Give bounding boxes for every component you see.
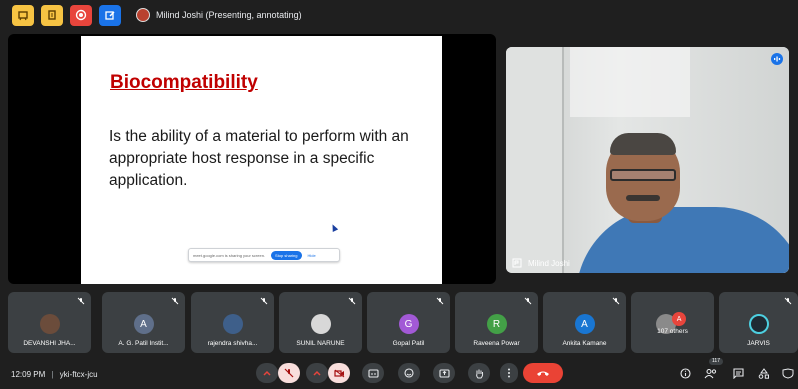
slide-title: Biocompatibility bbox=[110, 72, 258, 93]
separator: | bbox=[51, 370, 54, 379]
record-icon bbox=[75, 9, 87, 21]
audio-level-icon bbox=[771, 53, 783, 65]
mic-off-icon bbox=[260, 297, 268, 305]
camera-off-icon bbox=[333, 369, 344, 377]
speaker-glasses bbox=[610, 169, 676, 181]
others-tile[interactable]: A 107 others bbox=[631, 292, 714, 353]
participant-tile[interactable]: A Ankita Kamane bbox=[543, 292, 626, 353]
slide-body: Is the ability of a material to perform … bbox=[109, 128, 409, 189]
people-icon[interactable] bbox=[704, 368, 718, 379]
pointer-cursor-icon bbox=[329, 223, 339, 232]
speaker-video[interactable]: Milind Joshi bbox=[506, 47, 789, 273]
avatar: A bbox=[672, 312, 687, 326]
chevron-up-icon bbox=[263, 370, 271, 376]
participant-name: A. G. Patil Instit... bbox=[118, 340, 169, 347]
presenter-avatar bbox=[136, 8, 150, 22]
participant-tile[interactable]: R Raveena Powar bbox=[455, 292, 538, 353]
pin-icon bbox=[512, 258, 522, 268]
phone-hangup-icon bbox=[537, 371, 549, 376]
speaker-name-tag: Milind Joshi bbox=[512, 258, 570, 268]
presentation-slide: Biocompatibility Is the ability of a mat… bbox=[81, 36, 442, 284]
video-door bbox=[506, 47, 564, 273]
whiteboard-icon bbox=[18, 11, 28, 21]
edit-icon bbox=[105, 11, 115, 20]
chevron-up-icon bbox=[313, 370, 321, 376]
participant-name: 107 others bbox=[657, 328, 688, 335]
participant-strip: DEVANSHI JHA... A A. G. Patil Instit... … bbox=[8, 292, 798, 355]
mic-off-icon bbox=[784, 297, 792, 305]
present-screen-icon bbox=[438, 368, 450, 378]
leave-call-button[interactable] bbox=[523, 363, 563, 383]
info-icon[interactable] bbox=[680, 368, 691, 379]
screen-share-notice: meet.google.com is sharing your screen. … bbox=[188, 248, 340, 262]
hide-button[interactable]: Hide bbox=[308, 253, 316, 258]
bottom-bar: 12:09 PM | yki-ftcx-jcu 117 bbox=[0, 358, 798, 389]
emoji-button[interactable] bbox=[398, 363, 420, 383]
participant-tile[interactable]: DEVANSHI JHA... bbox=[8, 292, 91, 353]
mic-off-icon bbox=[77, 297, 85, 305]
more-options-button[interactable] bbox=[500, 363, 518, 383]
notes-icon bbox=[48, 10, 56, 20]
people-count-badge: 117 bbox=[709, 358, 723, 365]
mic-off-icon bbox=[524, 297, 532, 305]
avatar bbox=[39, 314, 60, 334]
avatar bbox=[222, 314, 243, 334]
chat-icon[interactable] bbox=[733, 368, 744, 379]
participant-name: rajendra shivha... bbox=[207, 340, 258, 347]
camera-options-button[interactable] bbox=[306, 363, 328, 383]
mic-off-icon bbox=[171, 297, 179, 305]
host-controls-icon[interactable] bbox=[782, 368, 794, 379]
speaker-name: Milind Joshi bbox=[528, 258, 570, 268]
record-button[interactable] bbox=[70, 4, 92, 26]
mic-off-icon bbox=[612, 297, 620, 305]
stop-sharing-button[interactable]: Stop sharing bbox=[271, 250, 302, 260]
participant-name: SUNIL NARUNE bbox=[296, 340, 345, 347]
avatar: G bbox=[398, 314, 419, 334]
mic-off-icon bbox=[348, 297, 356, 305]
notes-button[interactable] bbox=[41, 4, 63, 26]
activities-icon[interactable] bbox=[758, 368, 770, 379]
mic-off-icon bbox=[284, 368, 294, 378]
mic-off-icon bbox=[436, 297, 444, 305]
whiteboard-button[interactable] bbox=[12, 4, 34, 26]
participant-name: Gopal Patil bbox=[392, 340, 425, 347]
top-bar: Milind Joshi (Presenting, annotating) bbox=[0, 0, 798, 30]
participant-name: Ankita Kamane bbox=[562, 340, 607, 347]
video-light bbox=[570, 47, 690, 117]
more-vert-icon bbox=[508, 368, 510, 378]
speaker-mustache bbox=[626, 195, 660, 201]
share-notice-text: meet.google.com is sharing your screen. bbox=[193, 252, 266, 258]
avatar: R bbox=[486, 314, 507, 334]
mic-options-button[interactable] bbox=[256, 363, 278, 383]
captions-icon bbox=[367, 368, 379, 378]
participant-tile[interactable]: rajendra shivha... bbox=[191, 292, 274, 353]
edit-button[interactable] bbox=[99, 4, 121, 26]
avatar: A bbox=[133, 314, 154, 334]
participant-name: JARVIS bbox=[747, 340, 770, 347]
participant-tile[interactable]: JARVIS bbox=[719, 292, 798, 353]
avatar bbox=[310, 314, 331, 334]
meeting-info: 12:09 PM | yki-ftcx-jcu bbox=[11, 370, 98, 379]
emoji-icon bbox=[404, 368, 414, 378]
participant-tile[interactable]: SUNIL NARUNE bbox=[279, 292, 362, 353]
camera-toggle-button[interactable] bbox=[328, 363, 350, 383]
captions-button[interactable] bbox=[362, 363, 384, 383]
jarvis-logo-icon bbox=[748, 314, 769, 334]
speaker-hair bbox=[610, 133, 676, 155]
participant-name: DEVANSHI JHA... bbox=[23, 340, 76, 347]
shared-screen: Biocompatibility Is the ability of a mat… bbox=[8, 34, 496, 284]
clock: 12:09 PM bbox=[11, 370, 46, 379]
participant-tile[interactable]: G Gopal Patil bbox=[367, 292, 450, 353]
raise-hand-button[interactable] bbox=[468, 363, 490, 383]
participant-tile[interactable]: A A. G. Patil Instit... bbox=[102, 292, 185, 353]
presenting-indicator: Milind Joshi (Presenting, annotating) bbox=[136, 8, 302, 22]
mic-toggle-button[interactable] bbox=[278, 363, 300, 383]
meeting-code: yki-ftcx-jcu bbox=[59, 370, 98, 379]
hand-icon bbox=[476, 369, 484, 378]
presenting-label: Milind Joshi (Presenting, annotating) bbox=[156, 10, 302, 20]
participant-name: Raveena Powar bbox=[473, 340, 520, 347]
avatar: A bbox=[574, 314, 595, 334]
present-button[interactable] bbox=[433, 363, 455, 383]
